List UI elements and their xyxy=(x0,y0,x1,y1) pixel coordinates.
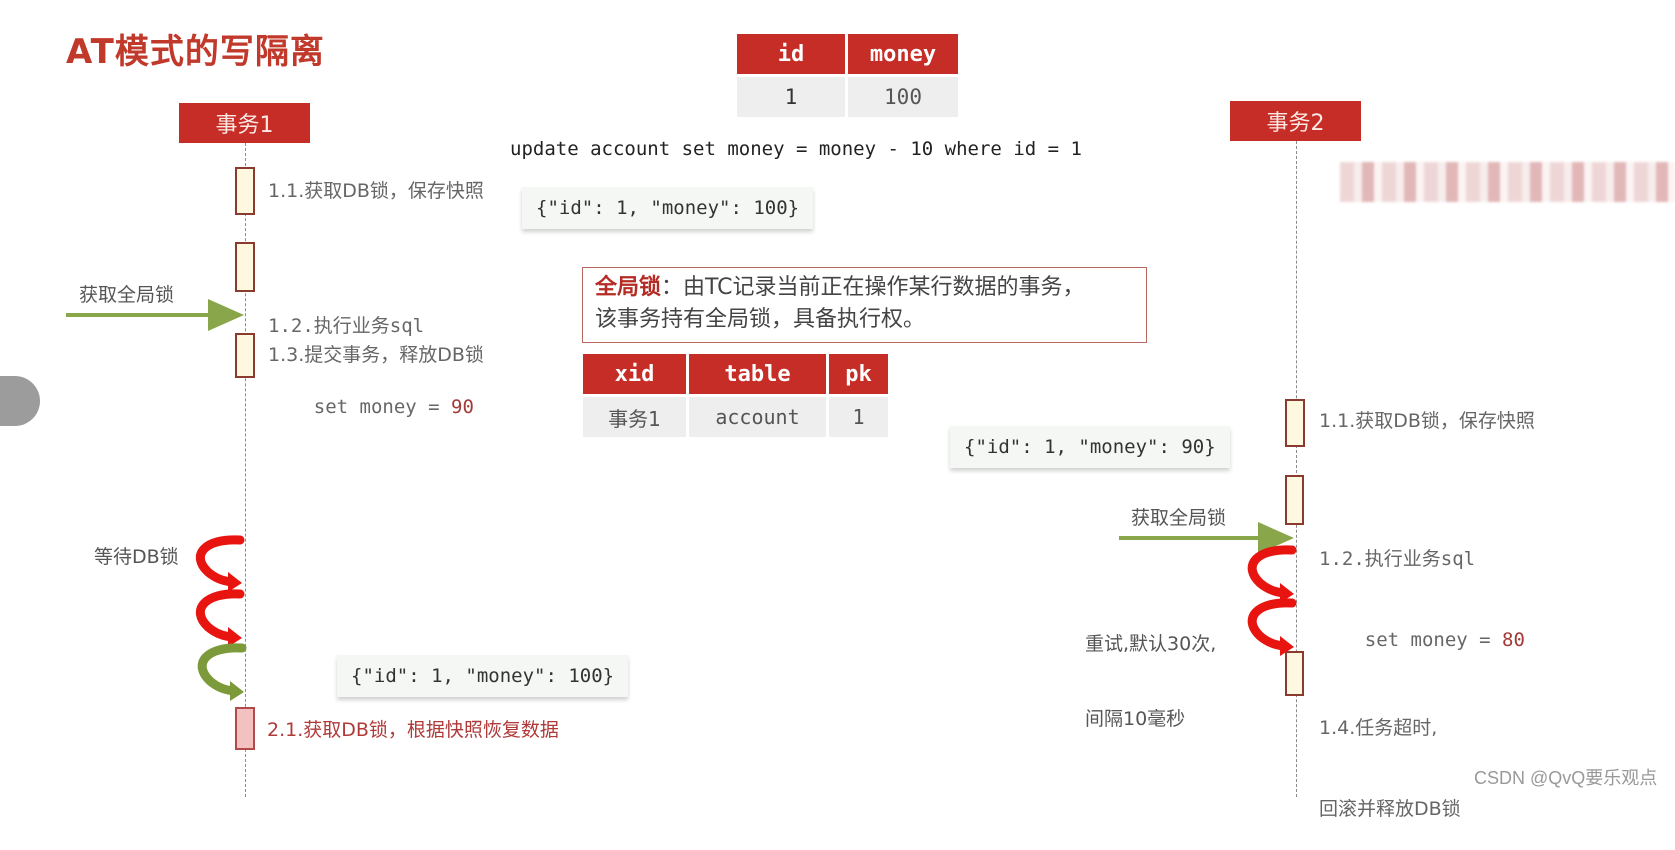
tx1-wait-loop-arrow-1 xyxy=(195,535,245,592)
tx2-step-1-4-line2: 回滚并释放DB锁 xyxy=(1319,798,1461,820)
tx2-retry-loop-arrow-1 xyxy=(1247,545,1297,603)
arrow-layer xyxy=(66,299,1297,701)
tx1-acquire-loop-arrow xyxy=(197,643,247,701)
tx1-wait-loop-arrow-2 xyxy=(195,589,245,647)
tx2-retry-loop-arrow-2 xyxy=(1247,598,1297,656)
